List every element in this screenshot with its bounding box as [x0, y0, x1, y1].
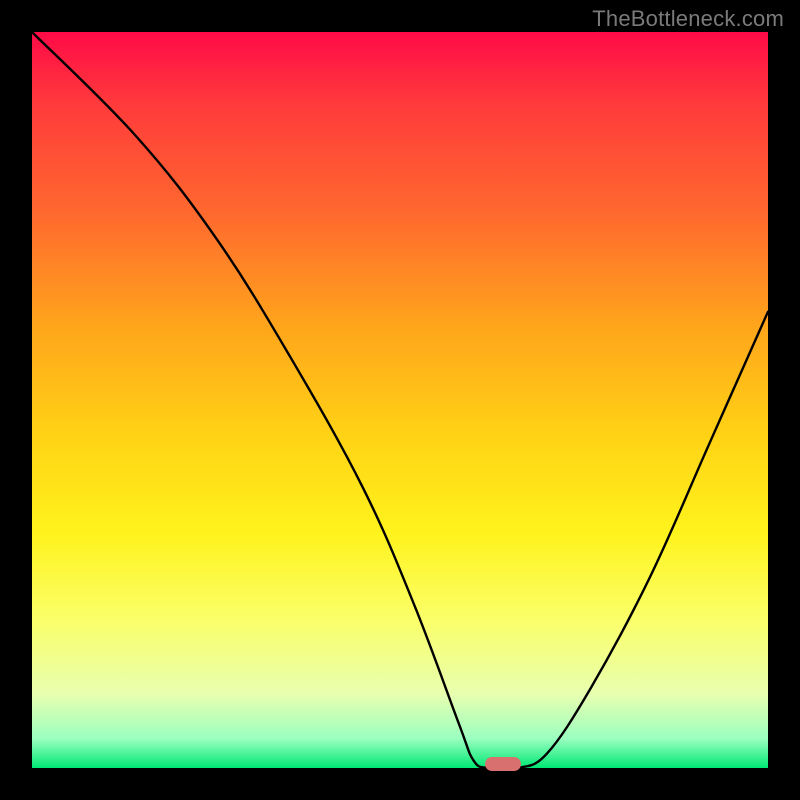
watermark-text: TheBottleneck.com — [592, 6, 784, 32]
plot-area — [32, 32, 768, 768]
chart-frame: TheBottleneck.com — [0, 0, 800, 800]
optimal-marker — [485, 757, 521, 771]
bottleneck-curve — [32, 32, 768, 768]
